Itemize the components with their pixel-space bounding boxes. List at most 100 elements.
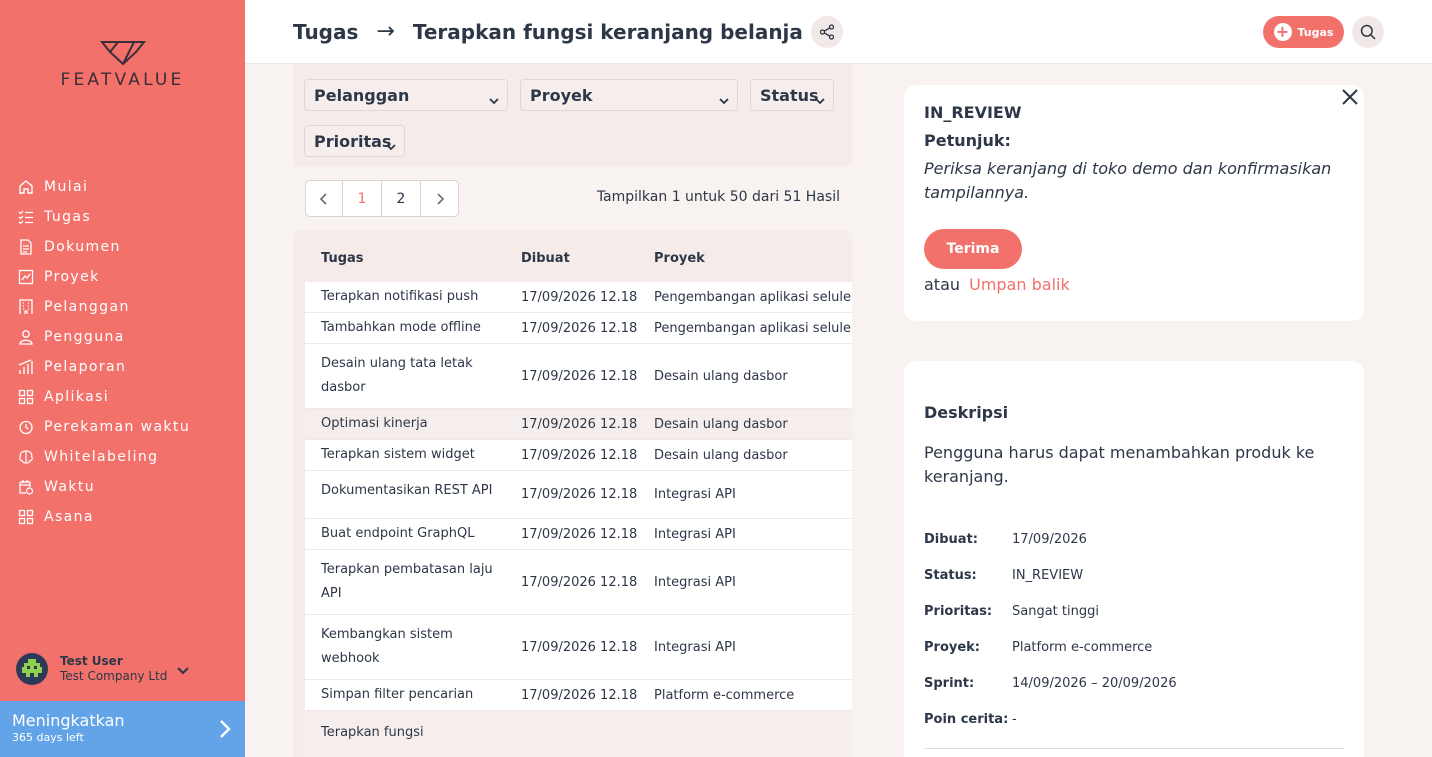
description-text: Pengguna harus dapat menambahkan produk … (924, 443, 1315, 486)
table-row[interactable]: Terapkan sistem widget 17/09/2026 12.18 De… (305, 440, 852, 471)
priority-select[interactable]: Prioritas (304, 125, 405, 157)
app-root: FEATVALUE Mulai Tugas Dokumen Proyek Pel… (0, 0, 1432, 757)
grid-icon (16, 387, 36, 407)
project-select[interactable]: Proyek (520, 79, 738, 111)
detail-value: Platform e-commerce (1012, 640, 1153, 655)
table-row[interactable]: Terapkan pembatasan laju API 17/09/2026 1… (305, 550, 852, 615)
breadcrumb-root[interactable]: Tugas (293, 20, 358, 44)
sidebar-item-tugas[interactable]: Tugas (16, 202, 241, 232)
table-row[interactable]: Desain ulang tata letak dasbor 17/09/2026… (305, 344, 852, 409)
table-header: Tugas Dibuat Proyek (293, 230, 852, 282)
sidebar-item-label: Pelaporan (44, 359, 127, 375)
table-row[interactable]: Dokumentasikan REST API 17/09/2026 12.18 I… (305, 471, 852, 519)
sidebar-item-whitelabeling[interactable]: Whitelabeling (16, 442, 241, 472)
cell-task: Terapkan sistem widget (321, 447, 475, 462)
chevron-left-icon (320, 192, 327, 205)
detail-key: Sprint: (924, 676, 975, 691)
robot-avatar-icon (22, 659, 42, 677)
chevron-down-icon (815, 90, 825, 109)
feedback-link[interactable]: Umpan balik (969, 275, 1070, 294)
customer-select[interactable]: Pelanggan (304, 79, 508, 111)
column-header-created[interactable]: Dibuat (521, 251, 570, 266)
cell-task: Buat endpoint GraphQL (321, 526, 475, 541)
review-status: IN_REVIEW (924, 103, 1022, 122)
status-select[interactable]: Status (750, 79, 834, 111)
results-summary: Tampilkan 1 untuk 50 dari 51 Hasil (596, 189, 840, 205)
description-title: Deskripsi (924, 403, 1009, 422)
sidebar-item-pelaporan[interactable]: Pelaporan (16, 352, 241, 382)
table-row[interactable]: Terapkan fungsi (305, 711, 852, 757)
project-select-value: Proyek (530, 85, 593, 105)
close-button[interactable] (1340, 87, 1360, 107)
chevron-down-icon (719, 90, 729, 109)
sidebar-item-label: Mulai (44, 179, 89, 195)
cell-task: Terapkan pembatasan laju API (321, 562, 493, 601)
feedback-line: atau Umpan balik (924, 275, 1070, 294)
document-icon (16, 237, 36, 257)
customer-select-value: Pelanggan (314, 85, 410, 105)
status-select-value: Status (760, 85, 819, 105)
stopwatch-icon (16, 417, 36, 437)
table-row[interactable]: Simpan filter pencarian 17/09/2026 12.18 P… (305, 680, 852, 711)
sidebar-item-aplikasi[interactable]: Aplikasi (16, 382, 241, 412)
table-row[interactable]: Terapkan notifikasi push 17/09/2026 12.18… (305, 282, 852, 313)
cell-project: Desain ulang dasbor (654, 369, 788, 384)
next-page-button[interactable] (421, 181, 458, 216)
detail-key: Prioritas: (924, 604, 993, 619)
table-row[interactable]: Buat endpoint GraphQL 17/09/2026 12.18 Int… (305, 519, 852, 550)
prev-page-button[interactable] (306, 181, 343, 216)
review-card: IN_REVIEW Petunjuk: Periksa keranjang di… (904, 85, 1364, 321)
pagination: 1 2 (305, 180, 459, 217)
page-1-button[interactable]: 1 (343, 181, 382, 216)
logo-mark-icon (99, 41, 146, 66)
brand-logo[interactable]: FEATVALUE (0, 40, 245, 90)
arrow-right-icon: → (376, 19, 395, 44)
column-header-project[interactable]: Proyek (654, 251, 705, 266)
sidebar-item-label: Asana (44, 509, 94, 525)
sidebar-item-asana[interactable]: Asana (16, 502, 241, 532)
table-row[interactable]: Kembangkan sistem webhook 17/09/2026 12.1… (305, 615, 852, 680)
chevron-down-icon[interactable] (177, 660, 189, 679)
cell-task: Kembangkan sistem webhook (321, 627, 453, 666)
sidebar-item-label: Pelanggan (44, 299, 130, 315)
grid-icon (16, 507, 36, 527)
table-row[interactable]: Optimasi kinerja 17/09/2026 12.18 Desain u… (305, 409, 852, 440)
calendar-clock-icon (16, 477, 36, 497)
detail-value: IN_REVIEW (1012, 568, 1084, 583)
sidebar-item-waktu[interactable]: Waktu (16, 472, 241, 502)
sidebar-item-perekaman-waktu[interactable]: Perekaman waktu (16, 412, 241, 442)
checklist-icon (16, 207, 36, 227)
user-company: Test Company Ltd (60, 669, 168, 683)
search-icon (1360, 24, 1376, 40)
page-title: Terapkan fungsi keranjang belanja (412, 19, 803, 44)
table-row[interactable]: Tambahkan mode offline 17/09/2026 12.18 Pe… (305, 313, 852, 344)
user-icon (16, 327, 36, 347)
upgrade-button[interactable]: Meningkatkan 365 days left (0, 701, 245, 757)
sidebar-item-label: Tugas (44, 209, 92, 225)
add-task-button[interactable]: + Tugas (1263, 16, 1344, 48)
add-task-label: Tugas (1297, 25, 1334, 39)
sidebar-item-pelanggan[interactable]: Pelanggan (16, 292, 241, 322)
priority-select-value: Prioritas (314, 131, 392, 151)
cell-created: 17/09/2026 12.18 (521, 575, 638, 590)
sidebar-item-proyek[interactable]: Proyek (16, 262, 241, 292)
column-header-task[interactable]: Tugas (321, 251, 364, 266)
sidebar-item-mulai[interactable]: Mulai (16, 172, 241, 202)
cell-project: Desain ulang dasbor (654, 417, 788, 432)
cell-project: Pengembangan aplikasi seluler (654, 321, 852, 336)
search-button[interactable] (1352, 16, 1384, 48)
detail-key: Status: (924, 568, 977, 583)
user-menu[interactable]: Test User Test Company Ltd (16, 652, 231, 686)
sidebar-item-label: Waktu (44, 479, 95, 495)
user-name: Test User (60, 654, 123, 668)
page-2-button[interactable]: 2 (382, 181, 421, 216)
cell-created: 17/09/2026 12.18 (521, 369, 638, 384)
accept-button[interactable]: Terima (924, 229, 1022, 269)
detail-key: Poin cerita: (924, 712, 1009, 727)
sidebar-item-pengguna[interactable]: Pengguna (16, 322, 241, 352)
cell-project: Desain ulang dasbor (654, 448, 788, 463)
sidebar-item-dokumen[interactable]: Dokumen (16, 232, 241, 262)
cell-task: Simpan filter pencarian (321, 687, 474, 702)
share-button[interactable] (811, 16, 843, 48)
sidebar-nav: Mulai Tugas Dokumen Proyek Pelanggan Pen… (16, 172, 241, 532)
